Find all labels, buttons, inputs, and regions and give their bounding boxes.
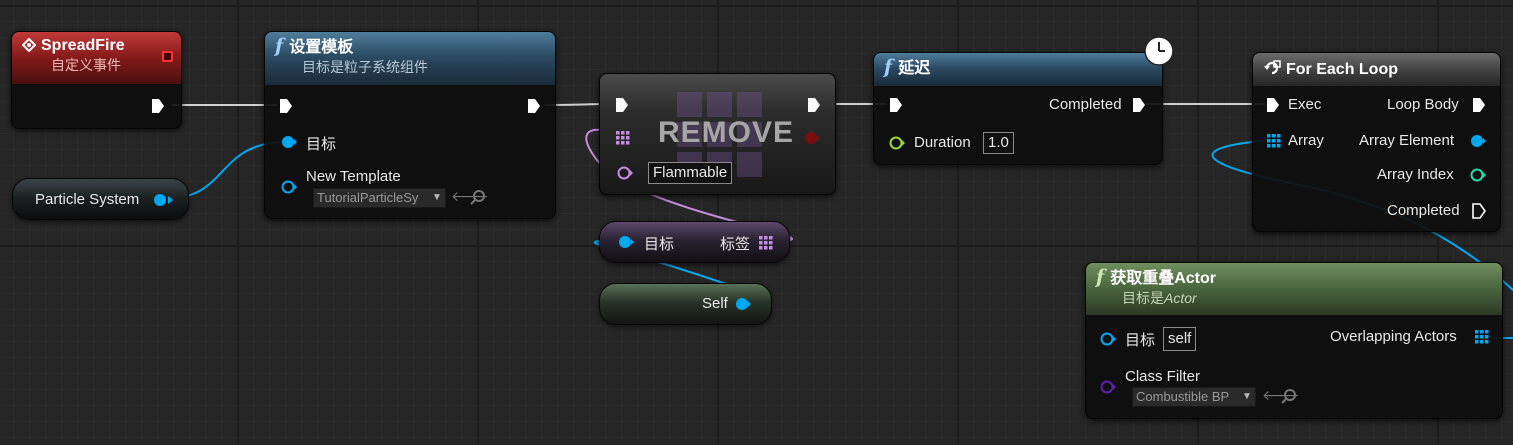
array-element-label: Array Element [1359,132,1455,149]
for-each-header[interactable]: For Each Loop [1253,53,1500,86]
target-label: 目标 [644,236,675,253]
set-template-header[interactable]: f 设置模板 目标是粒子系统组件 [265,32,555,85]
combo-dropdown-arrow-icon[interactable]: ▼ [1242,391,1252,402]
spreadfire-title: SpreadFire [41,37,125,54]
set-template-subtitle: 目标是粒子系统组件 [302,59,428,75]
target-array-pin[interactable] [616,131,630,145]
set-template-node[interactable]: f 设置模板 目标是粒子系统组件 目标 New Template Tutorial… [264,31,556,219]
for-each-title-row: For Each Loop [1263,57,1492,80]
target-pin[interactable] [617,234,635,250]
delay-node[interactable]: f 延迟 Completed Duration 1.0 [873,52,1163,165]
subtitle-class: Actor [1164,290,1197,306]
exec-input-pin[interactable] [889,97,903,113]
target-label: 目标 [1125,332,1156,349]
exec-input-pin[interactable] [615,97,629,113]
clock-icon [1144,36,1174,66]
return-bool-pin[interactable] [803,130,821,146]
combo-dropdown-arrow-icon[interactable]: ▼ [432,192,442,203]
self-label: Self [702,295,728,312]
delay-title: 延迟 [898,60,931,77]
loop-icon [1263,59,1281,75]
event-diamond-icon [21,37,37,53]
delegate-pin-icon[interactable] [162,51,173,62]
remove-array-node[interactable]: REMOVE Flammable [599,73,836,195]
exec-label: Exec [1288,96,1322,113]
overlapping-actors-array-pin[interactable] [1475,330,1489,344]
exec-input-pin[interactable] [1266,97,1280,113]
target-self-field[interactable]: self [1163,327,1197,351]
array-index-output-pin[interactable] [1469,167,1487,183]
item-value: Flammable [653,164,728,181]
new-template-label: New Template [306,168,401,185]
self-reference-node[interactable]: Self [599,283,772,325]
browse-asset-icon[interactable] [470,189,486,210]
delay-title-row: f 延迟 [884,57,1154,79]
target-pin[interactable] [280,134,298,150]
completed-label: Completed [1049,96,1122,113]
exec-input-pin[interactable] [279,98,293,114]
subtitle-prefix: 目标是 [1122,290,1164,306]
for-each-loop-node[interactable]: For Each Loop Exec Loop Body Array Array… [1252,52,1501,232]
spreadfire-subtitle: 自定义事件 [51,57,121,73]
completed-exec-output-pin[interactable] [1132,97,1146,113]
target-pin[interactable] [1099,331,1117,347]
remove-title: REMOVE [658,116,795,149]
spreadfire-header[interactable]: SpreadFire 自定义事件 [12,32,181,84]
exec-output-pin[interactable] [151,98,165,114]
get-overlapping-title-row: f 获取重叠Actor [1096,267,1494,289]
get-overlapping-subtitle: 目标是Actor [1096,289,1494,307]
exec-output-pin[interactable] [807,97,821,113]
particle-system-variable-node[interactable]: Particle System [12,178,189,220]
spreadfire-title-row: SpreadFire [21,36,173,56]
completed-label: Completed [1387,202,1460,219]
duration-value: 1.0 [988,134,1009,151]
get-overlapping-title: 获取重叠Actor [1110,270,1216,287]
set-template-title-row: f 设置模板 [275,36,547,58]
array-input-pin[interactable] [1267,134,1281,148]
function-icon: f [275,35,284,57]
duration-value-field[interactable]: 1.0 [983,132,1014,154]
new-template-asset-combo[interactable]: TutorialParticleSy [313,188,446,208]
new-template-value: TutorialParticleSy [317,190,419,205]
self-output-pin[interactable] [734,296,752,312]
get-overlapping-actors-node[interactable]: f 获取重叠Actor 目标是Actor 目标 self Overlapping … [1085,262,1503,419]
class-filter-value: Combustible BP [1136,389,1230,404]
exec-output-pin[interactable] [527,98,541,114]
overlapping-actors-label: Overlapping Actors [1330,328,1457,345]
get-overlapping-header[interactable]: f 获取重叠Actor 目标是Actor [1086,263,1502,315]
pin-arrow-icon [168,196,173,204]
function-icon: f [884,56,893,78]
completed-exec-output-pin[interactable] [1472,203,1486,219]
array-element-output-pin[interactable] [1469,133,1487,149]
class-filter-combo[interactable]: Combustible BP [1132,387,1256,407]
class-filter-pin[interactable] [1099,379,1117,395]
target-self-value: self [1168,330,1192,347]
loop-body-label: Loop Body [1387,96,1459,113]
duration-label: Duration [914,134,971,151]
new-template-pin[interactable] [280,179,298,195]
loop-body-exec-output-pin[interactable] [1472,97,1486,113]
for-each-title: For Each Loop [1286,61,1398,78]
particle-system-label: Particle System [35,191,140,208]
spreadfire-event-node[interactable]: SpreadFire 自定义事件 [11,31,182,129]
class-filter-label: Class Filter [1125,368,1201,385]
set-template-title: 设置模板 [289,39,354,56]
duration-pin[interactable] [888,135,906,151]
array-label: Array [1288,132,1324,149]
tags-array-pin[interactable] [759,236,773,250]
array-index-label: Array Index [1377,166,1454,183]
get-tags-node[interactable]: 目标 标签 [599,221,790,263]
item-input-pin[interactable] [616,165,634,181]
browse-class-icon[interactable] [1281,388,1297,409]
tags-label: 标签 [720,236,751,253]
item-value-field[interactable]: Flammable [648,162,733,184]
target-label: 目标 [306,136,337,153]
function-icon: f [1096,266,1105,288]
object-output-pin[interactable] [152,192,168,208]
delay-header[interactable]: f 延迟 [874,53,1162,86]
